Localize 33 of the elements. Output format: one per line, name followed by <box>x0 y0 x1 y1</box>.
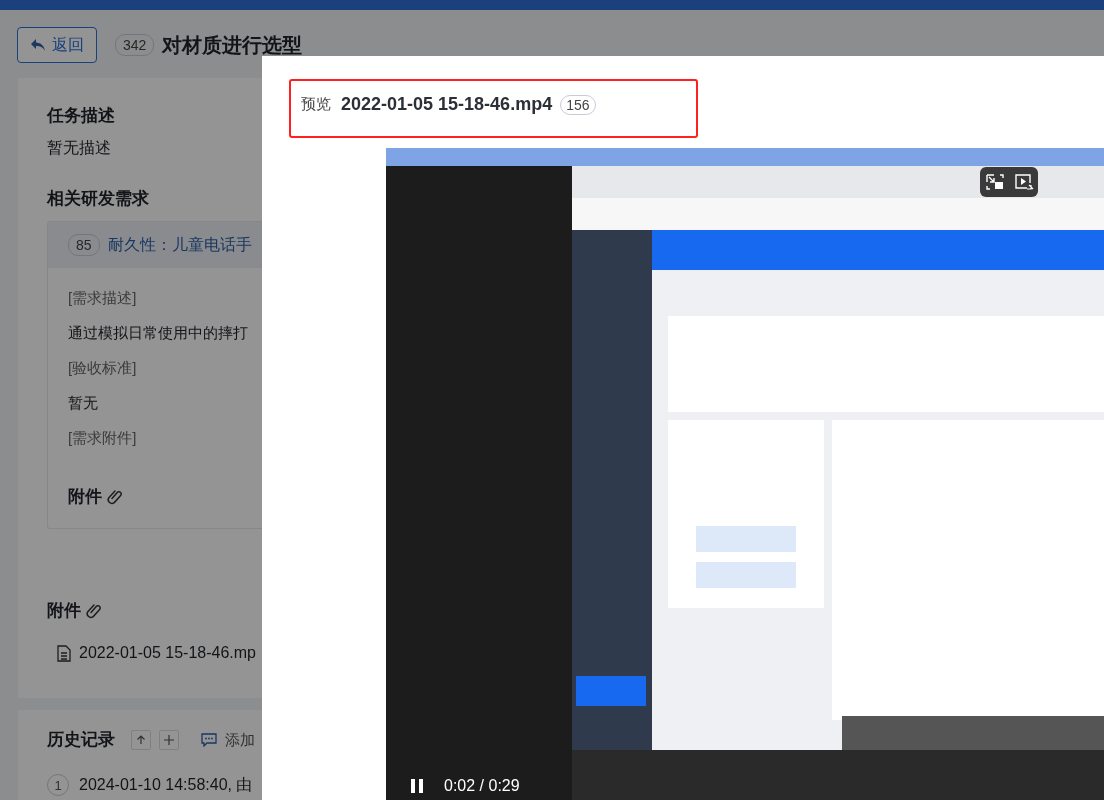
dialog-label: 预览 <box>301 94 331 114</box>
section-heading: 相关研发需求 <box>47 188 149 210</box>
field-text: 暂无 <box>68 393 99 413</box>
comment-icon <box>201 733 217 747</box>
minimize-window-icon[interactable] <box>984 173 1005 191</box>
id-badge: 342 <box>115 34 155 56</box>
up-arrow-icon <box>136 735 146 745</box>
plus-icon <box>164 735 174 745</box>
task-title: 对材质进行选型 <box>162 32 303 58</box>
requirement-link[interactable]: 耐久性：儿童电话手 <box>107 234 252 256</box>
paperclip-icon <box>106 487 124 506</box>
field-label: [需求描述] <box>68 288 138 308</box>
add-comment-link[interactable]: 添加 <box>225 730 255 750</box>
description-text: 暂无描述 <box>47 138 112 158</box>
attachments-heading: 附件 <box>47 600 81 622</box>
attachments-heading: 附件 <box>68 486 102 508</box>
file-name: 2022-01-05 15-18-46.mp4 <box>341 93 553 115</box>
back-button[interactable]: 返回 <box>17 27 97 63</box>
file-link[interactable]: 2022-01-05 15-18-46.mp <box>79 644 256 662</box>
history-entry: 2024-01-10 14:58:40, 由 <box>79 774 253 795</box>
video-time: 0:02 / 0:29 <box>444 777 520 795</box>
section-heading: 历史记录 <box>47 729 115 751</box>
id-badge: 85 <box>68 234 100 256</box>
back-arrow-icon <box>30 38 46 52</box>
document-icon <box>57 644 71 662</box>
field-label: [需求附件] <box>68 428 138 448</box>
paperclip-icon <box>85 601 103 620</box>
pause-icon[interactable] <box>410 778 424 794</box>
picture-in-picture-icon[interactable] <box>1013 173 1034 191</box>
field-text: 通过模拟日常使用中的摔打 <box>68 323 249 343</box>
size-badge: 156 <box>560 95 596 115</box>
section-heading: 任务描述 <box>47 105 115 127</box>
field-label: [验收标准] <box>68 358 138 378</box>
